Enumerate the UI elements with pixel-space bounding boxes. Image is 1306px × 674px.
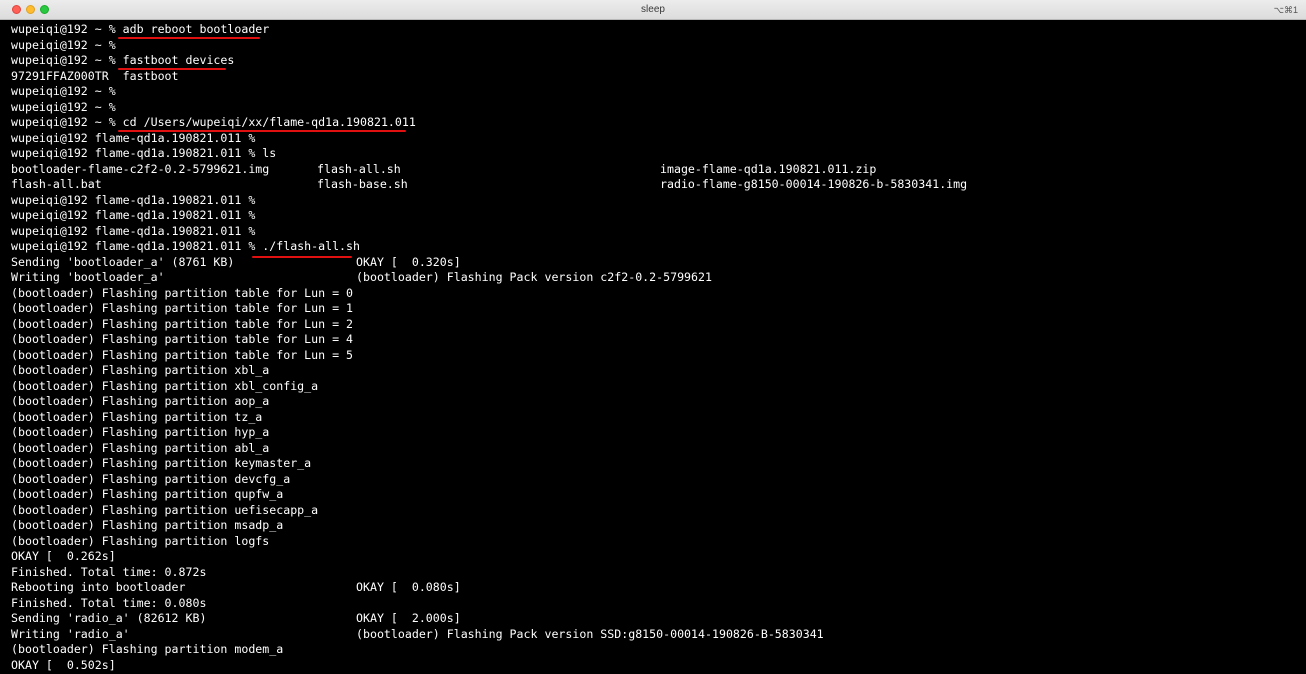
terminal-line-text: (bootloader) Flashing partition table fo… — [11, 301, 354, 315]
terminal-line-text: bootloader-flame-c2f2-0.2-5799621.img — [11, 161, 270, 176]
terminal-line-text: (bootloader) Flashing partition devcfg_a — [11, 471, 291, 486]
terminal-line-text: Finished. Total time: 0.872s — [11, 564, 207, 579]
terminal-line-text: wupeiqi@192 ~ % adb reboot bootloader — [11, 22, 270, 36]
underline-annotation — [252, 256, 352, 258]
terminal-line-text: wupeiqi@192 flame-qd1a.190821.011 % — [11, 130, 256, 145]
terminal-line-text: 97291FFAZ000TR fastboot — [11, 68, 179, 83]
terminal-line-column-3: radio-flame-g8150-00014-190826-b-5830341… — [660, 177, 968, 191]
terminal-line-text: wupeiqi@192 ~ % — [11, 99, 116, 114]
window-shortcut-label: ⌥⌘1 — [1273, 5, 1298, 15]
terminal-line-text: (bootloader) Flashing partition table fo… — [11, 332, 354, 346]
title-bar: sleep ⌥⌘1 — [0, 0, 1306, 20]
terminal-line-column-2: OKAY [ 0.080s] — [356, 580, 461, 594]
terminal-line-text: (bootloader) Flashing partition modem_a — [11, 642, 284, 656]
terminal-line-text: (bootloader) Flashing partition tz_a — [11, 409, 263, 424]
terminal-line-text: wupeiqi@192 flame-qd1a.190821.011 % — [11, 192, 256, 207]
terminal-line-text: Rebooting into bootloader — [11, 580, 186, 594]
terminal-output[interactable]: wupeiqi@192 ~ % adb reboot bootloader wup… — [11, 22, 1306, 674]
terminal-line-text: OKAY [ 0.502s] — [11, 657, 116, 672]
terminal-line-text: (bootloader) Flashing partition qupfw_a — [11, 487, 284, 501]
underline-annotation — [118, 37, 260, 39]
terminal-line-text: (bootloader) Flashing partition uefiseca… — [11, 502, 319, 517]
terminal-line-text: (bootloader) Flashing partition aop_a — [11, 394, 270, 408]
window-title: sleep — [641, 4, 665, 15]
terminal-line-text: (bootloader) Flashing partition table fo… — [11, 316, 354, 331]
terminal-line-text: (bootloader) Flashing partition keymaste… — [11, 456, 312, 470]
terminal-line-text: wupeiqi@192 flame-qd1a.190821.011 % ls — [11, 146, 277, 160]
terminal-line-text: (bootloader) Flashing partition table fo… — [11, 285, 354, 300]
terminal-line-text: flash-all.bat — [11, 177, 102, 191]
terminal-line-column-2: OKAY [ 2.000s] — [356, 611, 461, 625]
terminal-line-column-2: flash-base.sh — [317, 177, 408, 191]
terminal-line-column-2: (bootloader) Flashing Pack version c2f2-… — [356, 270, 712, 284]
terminal-line-text: (bootloader) Flashing partition hyp_a — [11, 425, 270, 439]
terminal-line-column-3: image-flame-qd1a.190821.011.zip — [660, 161, 877, 176]
underline-annotation — [118, 130, 406, 132]
terminal-line-text: Finished. Total time: 0.080s — [11, 595, 207, 610]
terminal-line-text: (bootloader) Flashing partition xbl_a — [11, 363, 270, 377]
terminal-line-text: wupeiqi@192 ~ % cd /Users/wupeiqi/xx/fla… — [11, 115, 416, 129]
terminal-line-text: wupeiqi@192 ~ % — [11, 84, 116, 98]
terminal-line-text: OKAY [ 0.262s] — [11, 549, 116, 563]
terminal-line-column-2: (bootloader) Flashing Pack version SSD:g… — [356, 626, 824, 641]
terminal-line-column-2: flash-all.sh — [317, 161, 401, 176]
terminal-line-column-2: OKAY [ 0.320s] — [356, 254, 461, 269]
terminal-line-text: (bootloader) Flashing partition xbl_conf… — [11, 378, 319, 393]
terminal-line-text: wupeiqi@192 flame-qd1a.190821.011 % — [11, 208, 256, 222]
terminal-window: sleep ⌥⌘1 wupeiqi@192 ~ % adb reboot boo… — [0, 0, 1306, 674]
terminal-line-text: Sending 'bootloader_a' (8761 KB) — [11, 254, 235, 269]
terminal-line-text: wupeiqi@192 ~ % — [11, 37, 116, 52]
terminal-line-text: (bootloader) Flashing partition table fo… — [11, 347, 354, 362]
underline-annotation — [118, 68, 226, 70]
terminal-line-text: (bootloader) Flashing partition abl_a — [11, 440, 270, 455]
terminal-line-text: Writing 'radio_a' — [11, 626, 130, 641]
terminal-line-text: wupeiqi@192 flame-qd1a.190821.011 % — [11, 223, 256, 238]
terminal-line-text: wupeiqi@192 ~ % fastboot devices — [11, 53, 235, 67]
terminal-line-text: (bootloader) Flashing partition msadp_a — [11, 518, 284, 532]
terminal-line-text: wupeiqi@192 flame-qd1a.190821.011 % ./fl… — [11, 239, 361, 253]
terminal-line-text: (bootloader) Flashing partition logfs — [11, 533, 270, 548]
terminal-line-text: Sending 'radio_a' (82612 KB) — [11, 611, 207, 625]
terminal-line-text: Writing 'bootloader_a' — [11, 270, 165, 284]
